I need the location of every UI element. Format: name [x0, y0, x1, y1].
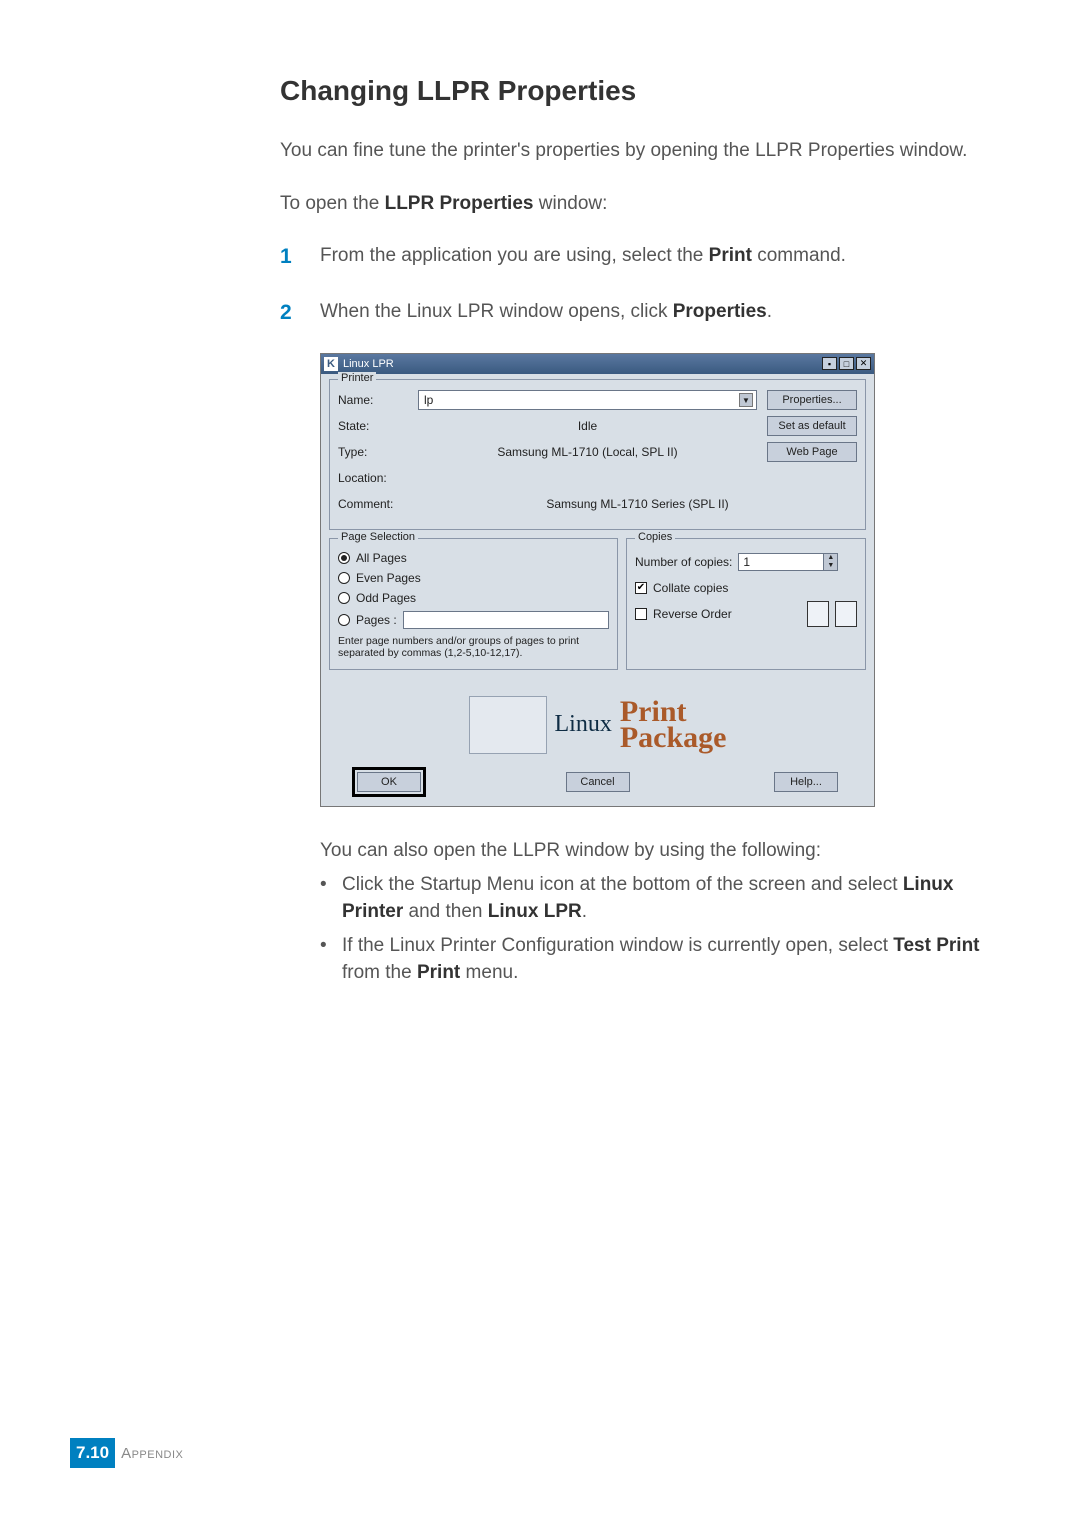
- set-default-button[interactable]: Set as default: [767, 416, 857, 436]
- radio-all-pages-label: All Pages: [356, 551, 407, 565]
- footer-section-label: Appendix: [121, 1445, 183, 1462]
- open-tail: window:: [533, 193, 607, 214]
- step-1-number: 1: [280, 242, 302, 272]
- ok-button[interactable]: OK: [357, 772, 421, 792]
- reverse-checkbox-row[interactable]: Reverse Order: [635, 601, 857, 627]
- comment-label: Comment:: [338, 497, 408, 511]
- state-label: State:: [338, 419, 408, 433]
- radio-icon: [338, 572, 350, 584]
- chevron-down-icon: ▼: [739, 393, 753, 407]
- page-number-badge: 7.10: [70, 1438, 115, 1468]
- radio-all-pages[interactable]: All Pages: [338, 551, 609, 565]
- comment-value: Samsung ML-1710 Series (SPL II): [418, 497, 857, 511]
- bullet-2: • If the Linux Printer Configuration win…: [320, 932, 1010, 987]
- copies-group-title: Copies: [635, 531, 675, 543]
- checkbox-icon: [635, 582, 647, 594]
- minimize-button[interactable]: ▪: [822, 357, 837, 370]
- cancel-button[interactable]: Cancel: [566, 772, 630, 792]
- copies-group: Copies Number of copies: 1 ▲ ▼: [626, 538, 866, 670]
- copies-value: 1: [739, 554, 823, 570]
- radio-icon: [338, 552, 350, 564]
- printer-name-dropdown[interactable]: lp ▼: [418, 390, 757, 410]
- radio-icon: [338, 592, 350, 604]
- b2-b1: Test Print: [893, 935, 979, 956]
- collate-illustration-icon: [807, 601, 857, 627]
- page-selection-group: Page Selection All Pages Even Pages: [329, 538, 618, 670]
- step-2: 2 When the Linux LPR window opens, click…: [280, 298, 1010, 328]
- kde-icon: K: [324, 357, 338, 371]
- open-window-text: To open the LLPR Properties window:: [280, 190, 1010, 218]
- name-label: Name:: [338, 393, 408, 407]
- radio-pages-range[interactable]: Pages :: [338, 611, 609, 629]
- step-1: 1 From the application you are using, se…: [280, 242, 1010, 272]
- copies-label: Number of copies:: [635, 555, 732, 569]
- page-selection-title: Page Selection: [338, 531, 418, 543]
- printer-name-value: lp: [424, 393, 433, 407]
- type-label: Type:: [338, 445, 408, 459]
- type-value: Samsung ML-1710 (Local, SPL II): [418, 445, 757, 459]
- location-label: Location:: [338, 471, 408, 485]
- radio-pages-label: Pages :: [356, 613, 397, 627]
- collate-label: Collate copies: [653, 581, 728, 595]
- post-intro: You can also open the LLPR window by usi…: [320, 837, 1010, 865]
- step1-lead: From the application you are using, sele…: [320, 245, 709, 266]
- linux-lpr-dialog: K Linux LPR ▪ □ ✕ Printer Name:: [320, 353, 875, 807]
- open-bold: LLPR Properties: [385, 193, 534, 214]
- help-button[interactable]: Help...: [774, 772, 838, 792]
- radio-odd-pages[interactable]: Odd Pages: [338, 591, 609, 605]
- logo-package-text: Package: [620, 725, 727, 751]
- step-2-text: When the Linux LPR window opens, click P…: [320, 298, 1010, 328]
- window-title: Linux LPR: [343, 358, 394, 370]
- linux-print-package-logo: Linux Print Package: [329, 678, 866, 768]
- state-value: Idle: [418, 419, 757, 433]
- b1-tail: .: [582, 901, 587, 922]
- printer-group-title: Printer: [338, 372, 376, 384]
- pages-range-input[interactable]: [403, 611, 609, 629]
- b2-mid: from the: [342, 962, 417, 983]
- b2-tail: menu.: [460, 962, 518, 983]
- b2-b2: Print: [417, 962, 460, 983]
- properties-button[interactable]: Properties...: [767, 390, 857, 410]
- page-heading: Changing LLPR Properties: [280, 75, 1010, 107]
- radio-even-pages-label: Even Pages: [356, 571, 421, 585]
- b2-pre: If the Linux Printer Configuration windo…: [342, 935, 893, 956]
- intro-text: You can fine tune the printer's properti…: [280, 137, 1010, 165]
- maximize-button[interactable]: □: [839, 357, 854, 370]
- printer-group: Printer Name: lp ▼ Properties...: [329, 379, 866, 530]
- step1-bold: Print: [709, 245, 752, 266]
- radio-odd-pages-label: Odd Pages: [356, 591, 416, 605]
- logo-linux-text: Linux: [555, 711, 612, 738]
- bullet-1: • Click the Startup Menu icon at the bot…: [320, 871, 1010, 926]
- page-footer: 7.10 Appendix: [70, 1438, 183, 1468]
- web-page-button[interactable]: Web Page: [767, 442, 857, 462]
- b1-mid: and then: [403, 901, 488, 922]
- radio-icon: [338, 614, 350, 626]
- printer-illustration-icon: [469, 696, 547, 754]
- radio-even-pages[interactable]: Even Pages: [338, 571, 609, 585]
- collate-checkbox-row[interactable]: Collate copies: [635, 581, 857, 595]
- step2-tail: .: [767, 301, 772, 322]
- step1-tail: command.: [752, 245, 846, 266]
- pages-range-hint: Enter page numbers and/or groups of page…: [338, 635, 609, 659]
- close-button[interactable]: ✕: [856, 357, 871, 370]
- b1-b2: Linux LPR: [488, 901, 582, 922]
- step-2-number: 2: [280, 298, 302, 328]
- copies-spinner[interactable]: 1 ▲ ▼: [738, 553, 838, 571]
- b1-pre: Click the Startup Menu icon at the botto…: [342, 874, 903, 895]
- open-lead: To open the: [280, 193, 385, 214]
- titlebar[interactable]: K Linux LPR ▪ □ ✕: [321, 354, 874, 374]
- checkbox-icon: [635, 608, 647, 620]
- step2-bold: Properties: [673, 301, 767, 322]
- reverse-label: Reverse Order: [653, 607, 732, 621]
- step2-lead: When the Linux LPR window opens, click: [320, 301, 673, 322]
- spin-up-icon[interactable]: ▲: [823, 554, 837, 562]
- spin-down-icon[interactable]: ▼: [823, 562, 837, 570]
- step-1-text: From the application you are using, sele…: [320, 242, 1010, 272]
